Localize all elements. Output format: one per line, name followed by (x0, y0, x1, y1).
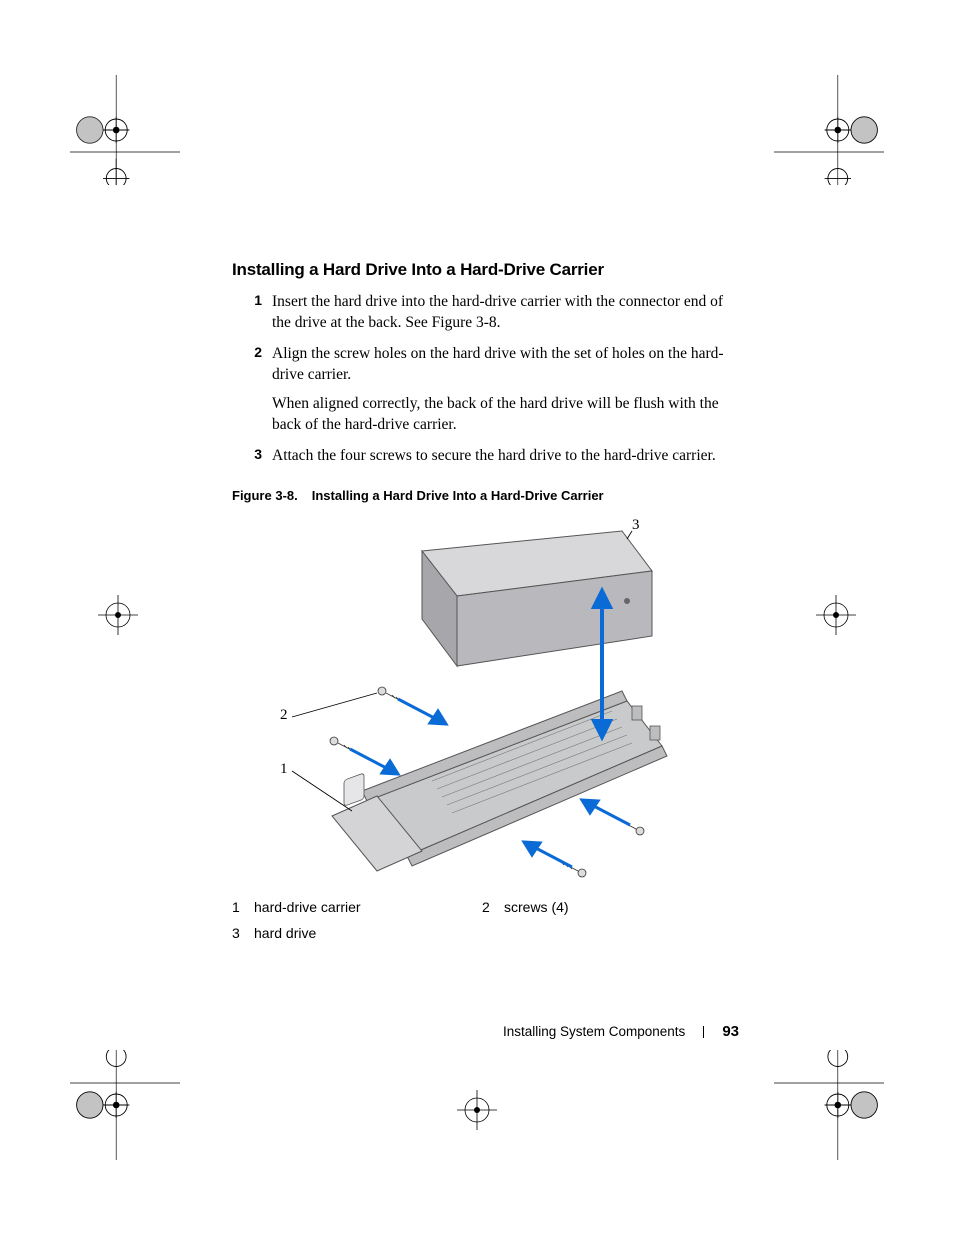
figure-title: Installing a Hard Drive Into a Hard-Driv… (312, 488, 604, 503)
step-note: When aligned correctly, the back of the … (272, 394, 740, 436)
step-text: Align the screw holes on the hard drive … (272, 344, 740, 436)
legend-num: 2 (482, 899, 504, 915)
step-main-text: Align the screw holes on the hard drive … (272, 345, 724, 383)
crop-mark-mid-left (88, 585, 148, 645)
figure-diagram: 3 2 1 (232, 521, 740, 891)
legend-num: 1 (232, 899, 254, 915)
figure-number: Figure 3-8. (232, 488, 298, 503)
callout-1: 1 (280, 761, 288, 778)
legend-item-3: 3 hard drive (232, 925, 482, 941)
legend-label: hard-drive carrier (254, 899, 361, 915)
step-number: 1 (232, 292, 272, 308)
legend-item-2: 2 screws (4) (482, 899, 569, 915)
crop-mark-bottom-left (70, 1050, 180, 1160)
crop-mark-bottom-center (447, 1080, 507, 1140)
hard-drive-carrier-illustration (332, 691, 667, 871)
section-heading: Installing a Hard Drive Into a Hard-Driv… (232, 260, 740, 280)
callout-2: 2 (280, 707, 288, 724)
legend-item-1: 1 hard-drive carrier (232, 899, 482, 915)
page-content: Installing a Hard Drive Into a Hard-Driv… (232, 260, 740, 951)
crop-mark-top-left (70, 75, 180, 185)
footer-separator (703, 1026, 704, 1038)
step-text: Insert the hard drive into the hard-driv… (272, 292, 740, 334)
crop-mark-top-right (774, 75, 884, 185)
figure-legend: 1 hard-drive carrier 2 screws (4) 3 hard… (232, 899, 740, 941)
footer-section: Installing System Components (503, 1024, 685, 1039)
figure-caption: Figure 3-8. Installing a Hard Drive Into … (232, 488, 740, 503)
step-1: 1 Insert the hard drive into the hard-dr… (232, 292, 740, 334)
page-footer: Installing System Components 93 (0, 1023, 954, 1040)
procedure-list: 1 Insert the hard drive into the hard-dr… (232, 292, 740, 466)
step-number: 3 (232, 446, 272, 462)
callout-3: 3 (632, 517, 640, 534)
step-3: 3 Attach the four screws to secure the h… (232, 446, 740, 467)
legend-label: screws (4) (504, 899, 569, 915)
hard-drive-illustration (422, 531, 652, 666)
step-2: 2 Align the screw holes on the hard driv… (232, 344, 740, 436)
legend-num: 3 (232, 925, 254, 941)
crop-mark-mid-right (806, 585, 866, 645)
legend-label: hard drive (254, 925, 316, 941)
step-text: Attach the four screws to secure the har… (272, 446, 740, 467)
crop-mark-bottom-right (774, 1050, 884, 1160)
step-number: 2 (232, 344, 272, 360)
page-number: 93 (722, 1023, 739, 1040)
